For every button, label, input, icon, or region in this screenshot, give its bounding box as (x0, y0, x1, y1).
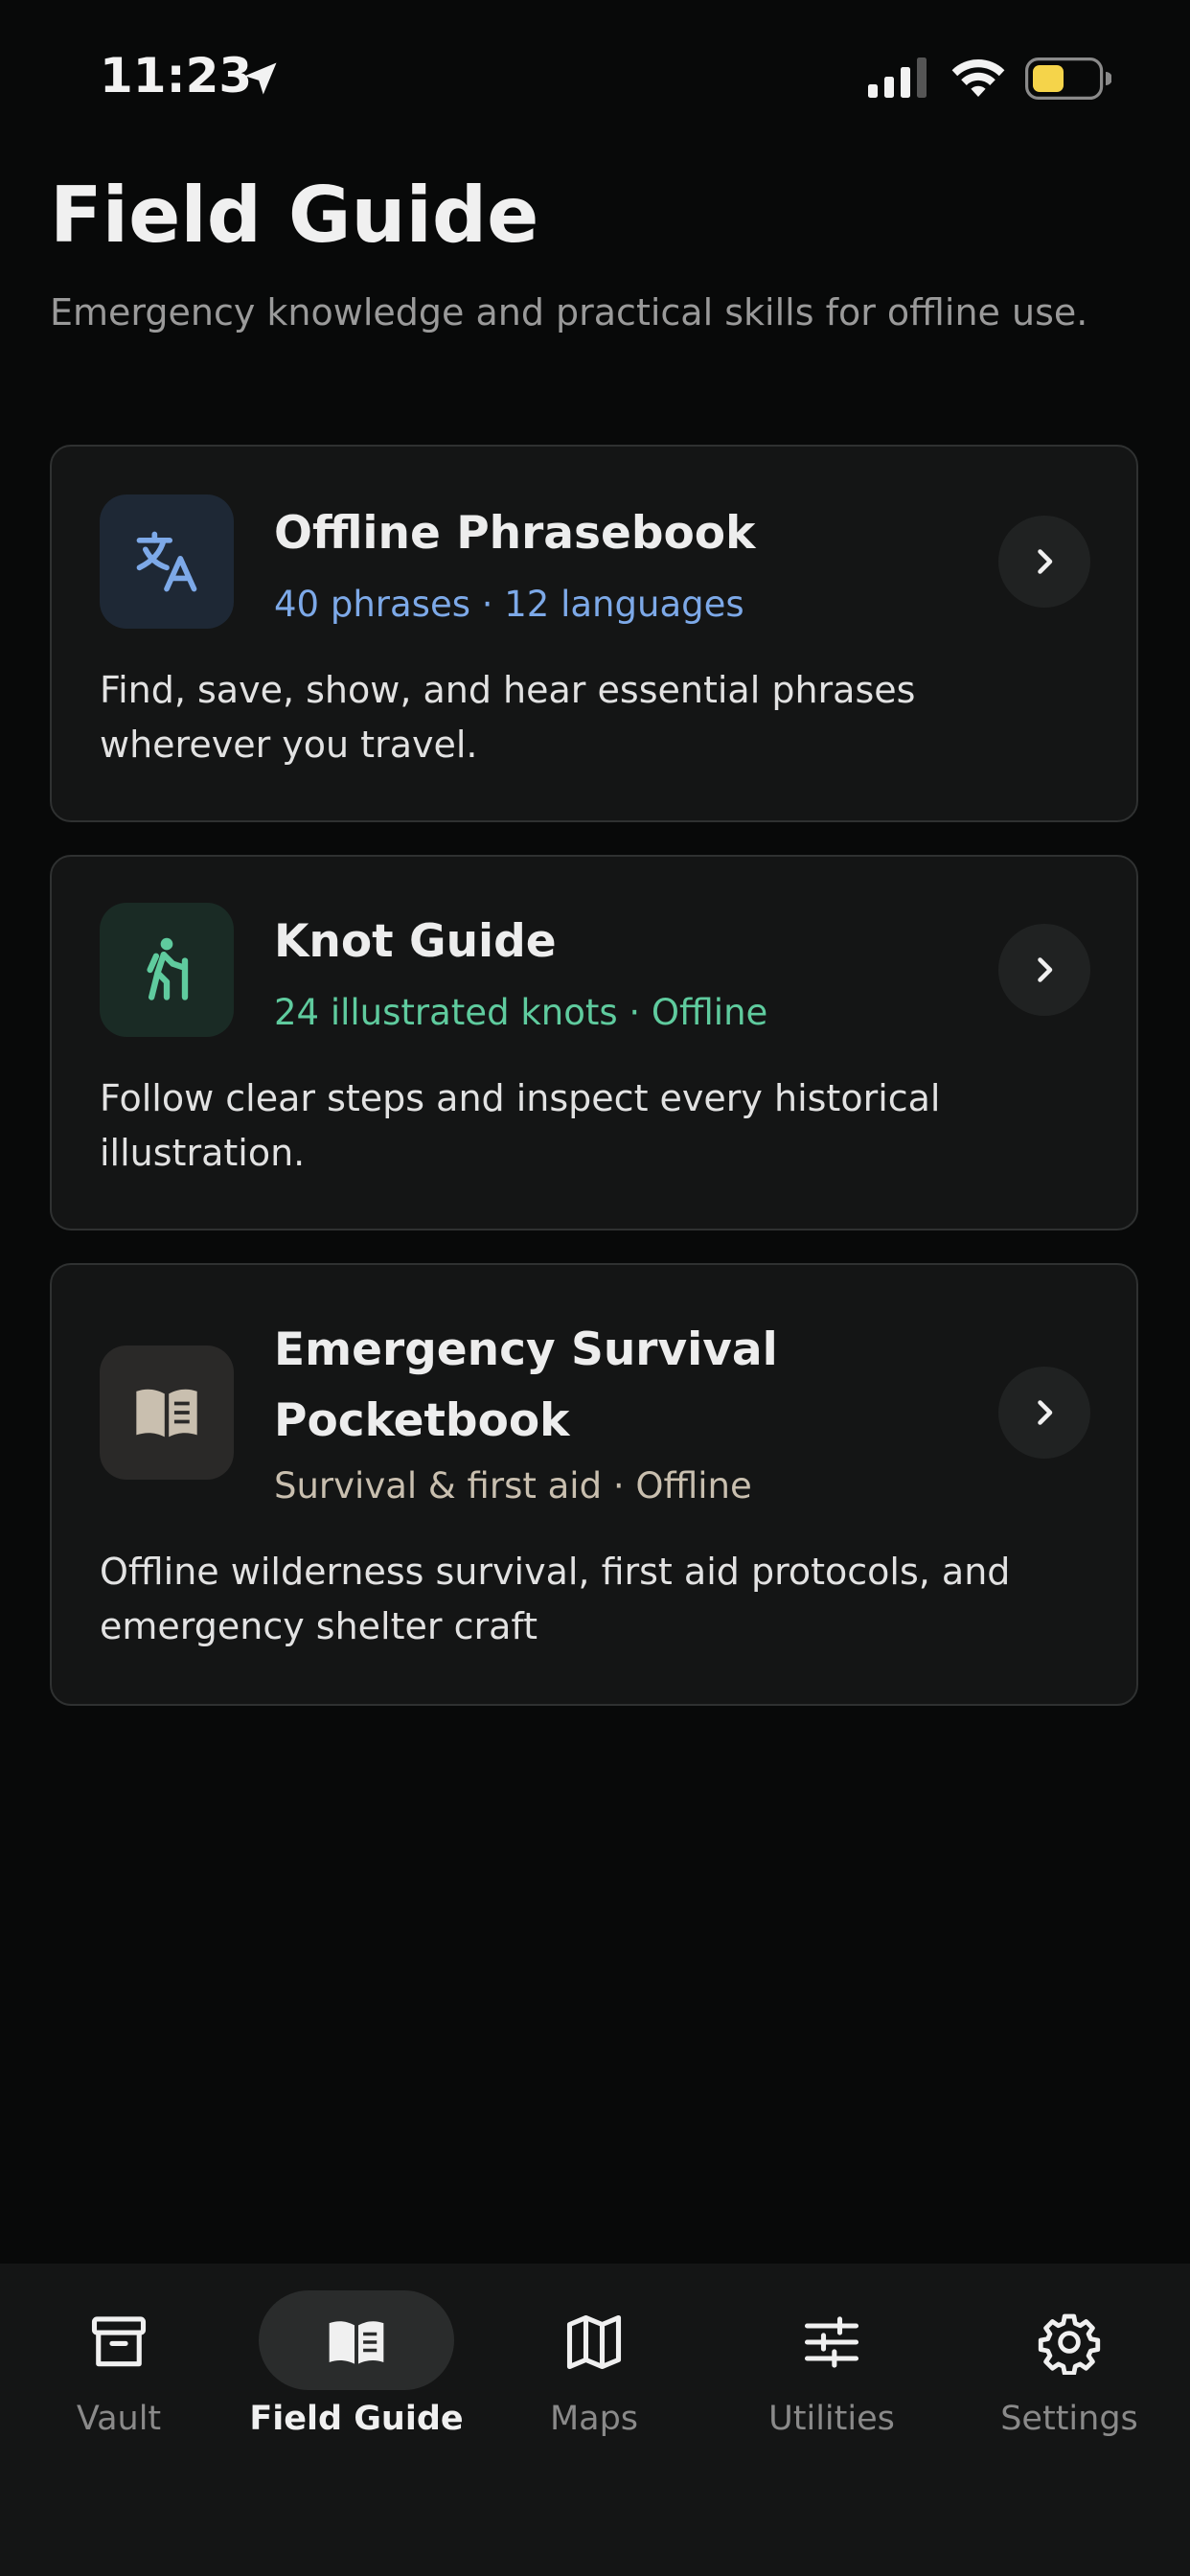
card-meta: 40 phrases · 12 languages (274, 584, 744, 625)
chevron-right-icon (1038, 549, 1053, 574)
card-offline-phrasebook[interactable]: Offline Phrasebook 40 phrases · 12 langu… (50, 445, 1138, 822)
card-description: Follow clear steps and inspect every his… (100, 1077, 941, 1174)
card-meta: Survival & first aid · Offline (274, 1465, 752, 1506)
tab-label: Vault (76, 2400, 162, 2438)
tab-bar: Vault Field Guide Maps Utilities Setting… (0, 2264, 1190, 2576)
page-subtitle: Emergency knowledge and practical skills… (50, 291, 1088, 334)
card-title: Offline Phrasebook (274, 507, 756, 560)
tab-label: Settings (1000, 2400, 1138, 2438)
archive-box-icon (84, 2308, 153, 2377)
book-icon (136, 1389, 197, 1438)
translate-icon (136, 531, 197, 592)
page-title: Field Guide (50, 171, 539, 260)
tab-settings[interactable]: Settings (950, 2264, 1188, 2455)
card-icon-tile (100, 494, 234, 629)
card-emergency-survival-pocketbook[interactable]: Emergency Survival Pocketbook Survival &… (50, 1263, 1138, 1706)
wifi-icon (951, 58, 1005, 97)
tab-label: Field Guide (249, 2400, 464, 2438)
status-time: 11:23 (100, 48, 253, 104)
cellular-signal-icon (868, 58, 927, 98)
card-title: Emergency Survival Pocketbook (274, 1323, 778, 1447)
card-title: Knot Guide (274, 915, 557, 968)
tab-utilities[interactable]: Utilities (713, 2264, 950, 2455)
chevron-right-icon (1038, 957, 1053, 982)
tab-label: Maps (549, 2400, 639, 2438)
tab-field-guide[interactable]: Field Guide (238, 2264, 475, 2455)
location-arrow-icon (244, 62, 277, 95)
card-icon-tile (100, 1346, 234, 1480)
gear-icon (1035, 2308, 1104, 2377)
tab-maps[interactable]: Maps (475, 2264, 713, 2455)
open-book-icon (322, 2308, 391, 2377)
card-description: Offline wilderness survival, first aid p… (100, 1551, 1011, 1647)
status-bar: 11:23 (0, 0, 1190, 153)
card-knot-guide[interactable]: Knot Guide 24 illustrated knots · Offlin… (50, 855, 1138, 1230)
open-survival-pocketbook-button[interactable] (998, 1367, 1090, 1459)
battery-icon (1025, 58, 1111, 100)
chevron-right-icon (1038, 1400, 1053, 1425)
card-meta: 24 illustrated knots · Offline (274, 992, 768, 1033)
hiker-icon (147, 937, 189, 1000)
open-phrasebook-button[interactable] (998, 516, 1090, 608)
card-icon-tile (100, 903, 234, 1037)
card-description: Find, save, show, and hear essential phr… (100, 669, 916, 766)
sliders-icon (797, 2308, 866, 2377)
tab-label: Utilities (768, 2400, 895, 2438)
tab-vault[interactable]: Vault (0, 2264, 238, 2455)
open-knot-guide-button[interactable] (998, 924, 1090, 1016)
map-icon (560, 2308, 629, 2377)
